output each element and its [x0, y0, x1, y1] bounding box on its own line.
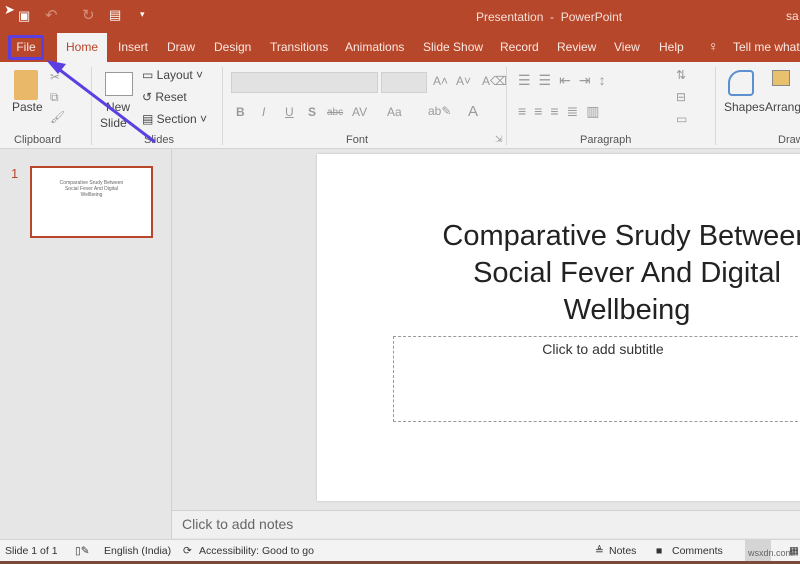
arrow-line [51, 62, 156, 144]
annotation-arrow [46, 60, 156, 144]
